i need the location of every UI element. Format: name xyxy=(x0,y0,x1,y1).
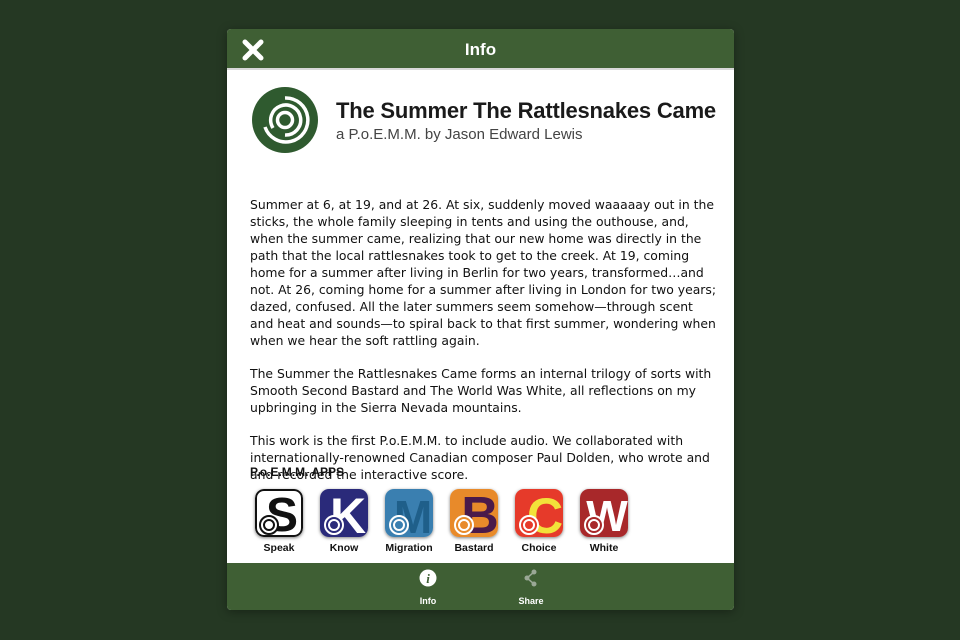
info-dialog: Info The Summer The Rattlesnakes Came a … xyxy=(227,29,734,610)
tab-label: Info xyxy=(419,596,437,606)
description: Summer at 6, at 19, and at 26. At six, s… xyxy=(250,196,718,499)
app-label: White xyxy=(589,542,619,554)
description-paragraph: The Summer the Rattlesnakes Came forms a… xyxy=(250,366,712,415)
spiral-logo-icon xyxy=(252,87,318,153)
top-bar: Info xyxy=(227,29,734,70)
migration-app-icon: M xyxy=(385,489,433,537)
bastard-app-icon: B xyxy=(450,489,498,537)
choice-app-icon: C xyxy=(515,489,563,537)
tab-info[interactable]: i Info xyxy=(398,569,458,607)
apps-list: S Speak K Know M Migration B Bastard C C… xyxy=(253,487,653,557)
description-paragraph: Summer at 6, at 19, and at 26. At six, s… xyxy=(250,197,717,348)
app-speak[interactable]: S Speak xyxy=(253,487,307,557)
bottom-bar: i Info Share xyxy=(227,563,734,610)
share-icon xyxy=(524,569,537,587)
app-migration[interactable]: M Migration xyxy=(383,487,437,557)
app-label: Bastard xyxy=(454,542,494,554)
dialog-title: Info xyxy=(464,40,497,59)
tab-label: Share xyxy=(518,596,544,606)
app-bastard[interactable]: B Bastard xyxy=(448,487,502,557)
svg-text:i: i xyxy=(426,571,430,586)
app-label: Know xyxy=(329,542,359,554)
speak-app-icon: S xyxy=(255,489,303,537)
apps-heading: P.o.E.M.M. APPS xyxy=(250,465,345,479)
app-know[interactable]: K Know xyxy=(318,487,372,557)
app-label: Speak xyxy=(263,542,295,554)
app-white[interactable]: W White xyxy=(578,487,632,557)
tab-share[interactable]: Share xyxy=(501,569,561,607)
info-content: The Summer The Rattlesnakes Came a P.o.E… xyxy=(227,72,734,563)
white-app-icon: W xyxy=(580,489,628,537)
app-label: Choice xyxy=(521,542,557,554)
know-app-icon: K xyxy=(320,489,368,537)
app-label: Migration xyxy=(385,542,433,554)
app-choice[interactable]: C Choice xyxy=(513,487,567,557)
poem-subtitle: a P.o.E.M.M. by Jason Edward Lewis xyxy=(336,126,583,143)
poem-title: The Summer The Rattlesnakes Came xyxy=(336,98,716,123)
info-icon: i xyxy=(419,569,437,587)
